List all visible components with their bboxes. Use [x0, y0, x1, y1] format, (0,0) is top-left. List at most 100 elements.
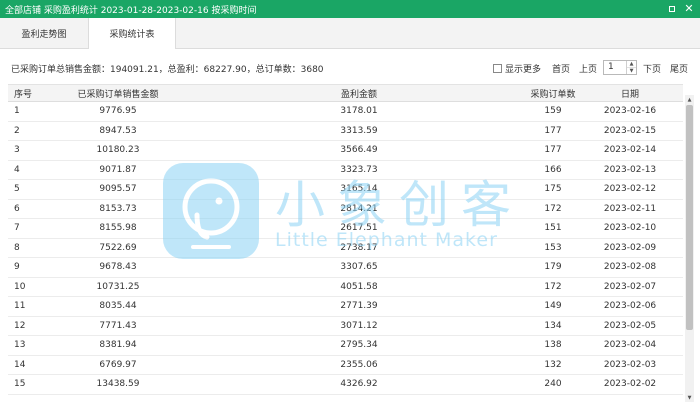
- cell-date: 2023-02-07: [603, 281, 657, 292]
- cell-date: 2023-02-06: [603, 301, 657, 312]
- cell-date: 2023-02-03: [603, 359, 657, 370]
- first-page-button[interactable]: 首页: [552, 62, 570, 75]
- cell-profit: 2814.21: [340, 203, 378, 214]
- prev-page-button[interactable]: 上页: [579, 62, 597, 75]
- maximize-button[interactable]: [666, 3, 678, 15]
- cell-sales: 8155.98: [99, 223, 137, 234]
- scroll-thumb[interactable]: [686, 105, 693, 330]
- cell-date: 2023-02-13: [603, 164, 657, 175]
- column-header-date[interactable]: 日期: [570, 85, 683, 101]
- cell-sales: 9095.57: [99, 184, 137, 195]
- cell-sales: 9776.95: [99, 106, 137, 117]
- cell-profit: 2771.39: [340, 301, 378, 312]
- cell-index: 15: [14, 379, 26, 390]
- last-page-button[interactable]: 尾页: [670, 62, 688, 75]
- cell-sales: 7771.43: [99, 320, 137, 331]
- cell-date: 2023-02-09: [603, 242, 657, 253]
- show-more-checkbox[interactable]: [493, 64, 502, 73]
- table-row[interactable]: 11 8035.44 2771.39 149 2023-02-06: [8, 297, 683, 317]
- table-row[interactable]: 3 10180.23 3566.49 177 2023-02-14: [8, 141, 683, 161]
- cell-index: 12: [14, 320, 26, 331]
- page-number-value[interactable]: 1: [608, 62, 614, 72]
- cell-index: 3: [14, 145, 20, 156]
- cell-index: 11: [14, 301, 26, 312]
- cell-profit: 3165.14: [340, 184, 378, 195]
- cell-date: 2023-02-05: [603, 320, 657, 331]
- cell-sales: 10180.23: [96, 145, 140, 156]
- cell-sales: 8381.94: [99, 340, 137, 351]
- tab-profit-trend[interactable]: 盈利走势图: [0, 18, 88, 48]
- close-button[interactable]: ✕: [683, 3, 695, 15]
- cell-profit: 3323.73: [340, 164, 378, 175]
- scroll-down-icon[interactable]: ▼: [685, 393, 694, 402]
- cell-profit: 2617.51: [340, 223, 378, 234]
- cell-profit: 4051.58: [340, 281, 378, 292]
- tab-bar: 盈利走势图 采购统计表: [0, 18, 700, 49]
- stepper-down-icon[interactable]: ▼: [627, 67, 636, 74]
- table-row[interactable]: 9 9678.43 3307.65 179 2023-02-08: [8, 258, 683, 278]
- table-row[interactable]: 12 7771.43 3071.12 134 2023-02-05: [8, 317, 683, 336]
- cell-sales: 10731.25: [96, 281, 140, 292]
- column-header-sales[interactable]: 已采购订单销售金额: [63, 85, 173, 101]
- cell-sales: 9678.43: [99, 262, 137, 273]
- cell-date: 2023-02-15: [603, 125, 657, 136]
- table-row[interactable]: 2 8947.53 3313.59 177 2023-02-15: [8, 122, 683, 141]
- cell-index: 6: [14, 203, 20, 214]
- cell-profit: 3307.65: [340, 262, 378, 273]
- cell-index: 13: [14, 340, 26, 351]
- table-row[interactable]: 7 8155.98 2617.51 151 2023-02-10: [8, 219, 683, 239]
- cell-sales: 8947.53: [99, 125, 137, 136]
- table-body: 1 9776.95 3178.01 15 9 2023-02-16 2 8947.53 3313…: [8, 102, 683, 395]
- cell-sales: 7522.69: [99, 242, 137, 253]
- cell-sales: 8035.44: [99, 301, 137, 312]
- cell-date: 2023-02-14: [603, 145, 657, 156]
- cell-date: 2023-02-16: [603, 106, 657, 117]
- cell-date: 2023-02-02: [603, 379, 657, 390]
- cell-sales: 8153.73: [99, 203, 137, 214]
- cell-profit: 2355.06: [340, 359, 378, 370]
- stepper-buttons: ▲ ▼: [626, 61, 636, 74]
- cell-index: 2: [14, 125, 20, 136]
- maximize-icon: [669, 6, 675, 12]
- cell-index: 10: [14, 281, 26, 292]
- cell-date: 2023-02-11: [603, 203, 657, 214]
- table-row[interactable]: 5 9095.57 3165.14 175 2023-02-12: [8, 180, 683, 200]
- table-row[interactable]: 6 8153.73 2814.21 172 2023-02-11: [8, 200, 683, 219]
- cell-index: 4: [14, 164, 20, 175]
- cell-index: 7: [14, 223, 20, 234]
- table-row[interactable]: 14 6769.97 2355.06 132 2023-02-03: [8, 356, 683, 375]
- table-row[interactable]: 10 10731.25 4051.58 172 2023-02-07: [8, 278, 683, 297]
- cell-profit: 3566.49: [340, 145, 378, 156]
- table-row[interactable]: 1 9776.95 3178.01 159 2023-02-16: [8, 102, 683, 122]
- cell-index: 8: [14, 242, 20, 253]
- column-header-profit[interactable]: 盈利金额: [304, 85, 414, 101]
- cell-date: 2023-02-12: [603, 184, 657, 195]
- next-page-button[interactable]: 下页: [643, 62, 661, 75]
- cell-index: 5: [14, 184, 20, 195]
- cell-date: 2023-02-08: [603, 262, 657, 273]
- summary-text: 已采购订单总销售金额：194091.21，总盈利：68227.90，总订单数：3…: [11, 65, 324, 75]
- table-scrollbar[interactable]: ▲ ▼: [685, 95, 694, 402]
- cell-date: 2023-02-10: [603, 223, 657, 234]
- cell-sales: 6769.97: [99, 359, 137, 370]
- cell-index: 14: [14, 359, 26, 370]
- close-icon: ✕: [684, 2, 694, 15]
- cell-sales: 9071.87: [99, 164, 137, 175]
- cell-date: 2023-02-04: [603, 340, 657, 351]
- table-row[interactable]: 4 9071.87 3323.73 166 2023-02-13: [8, 161, 683, 180]
- show-more-label: 显示更多: [505, 65, 542, 75]
- page-number-stepper[interactable]: 1 ▲ ▼: [603, 60, 637, 75]
- cell-index: 9: [14, 262, 20, 273]
- column-header-index[interactable]: 序号: [14, 85, 54, 101]
- table-row[interactable]: 13 8381.94 2795.34 138 2023-02-04: [8, 336, 683, 356]
- cell-sales: 13438.59: [96, 379, 140, 390]
- table-row[interactable]: 15 13438.59 4326.92 240 2023-02-02: [8, 375, 683, 395]
- cell-profit: 2738.17: [340, 242, 378, 253]
- show-more-toggle[interactable]: 显示更多: [493, 62, 541, 75]
- scroll-up-icon[interactable]: ▲: [685, 95, 694, 104]
- cell-profit: 3178.01: [340, 106, 378, 117]
- summary-toolbar: 已采购订单总销售金额：194091.21，总盈利：68227.90，总订单数：3…: [0, 59, 700, 77]
- title-bar: 全部店铺 采购盈利统计 2023-01-28-2023-02-16 按采购时间 …: [0, 0, 700, 18]
- table-row[interactable]: 8 7522.69 2738.17 153 2023-02-09: [8, 239, 683, 258]
- tab-purchase-stats[interactable]: 采购统计表: [88, 18, 176, 49]
